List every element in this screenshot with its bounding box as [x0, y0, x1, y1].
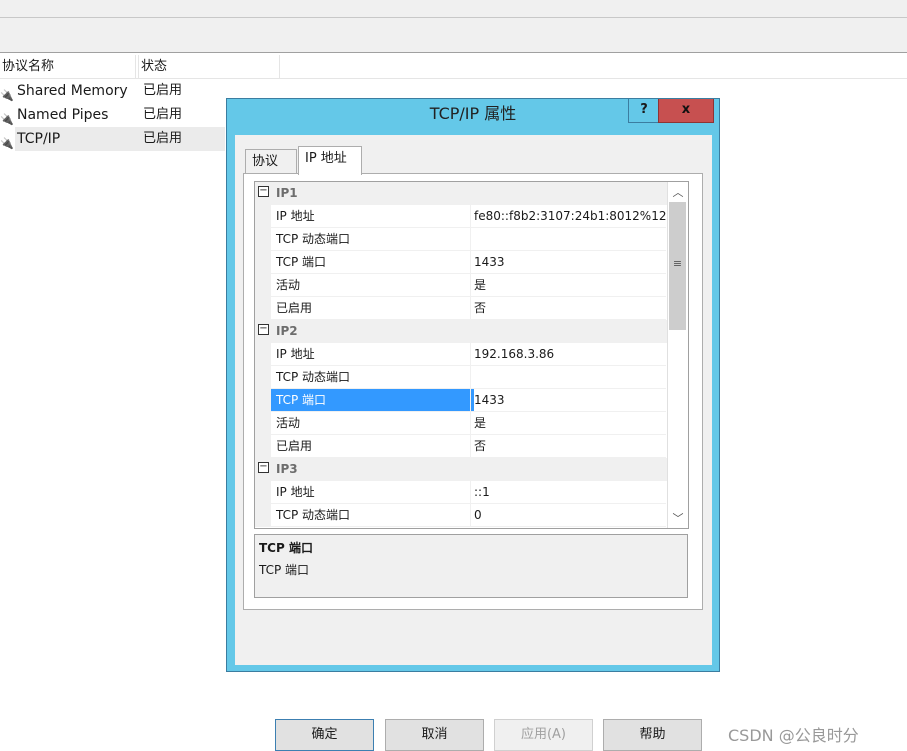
scroll-up-icon[interactable]: ︿ — [670, 184, 686, 200]
property-value[interactable]: 192.168.3.86 — [470, 343, 666, 366]
column-header-name[interactable]: 协议名称 — [0, 55, 136, 78]
grid-row[interactable]: TCP 动态端口 — [255, 366, 667, 389]
grid-row[interactable]: IP 地址::1 — [255, 481, 667, 504]
protocol-name: Shared Memory — [17, 83, 128, 99]
property-value[interactable]: 1433 — [470, 389, 666, 412]
description-panel: TCP 端口 TCP 端口 — [254, 534, 688, 598]
grid-row[interactable]: 活动是 — [255, 274, 667, 297]
property-value[interactable]: 1433 — [470, 251, 666, 274]
protocol-icon: 🔌 — [0, 113, 14, 126]
category-label: IP3 — [271, 458, 666, 481]
grid-row[interactable]: TCP 端口 1433 — [255, 251, 667, 274]
dialog-client: 协议 IP 地址 − IP1 IP 地址 fe80::f8b2:3107:24b1:8… — [235, 135, 712, 751]
protocol-row[interactable]: 🔌 TCP/IP 已启用 — [0, 127, 225, 151]
watermark: CSDN @公良时分 — [728, 726, 859, 745]
protocol-name: TCP/IP — [17, 131, 61, 147]
protocol-name: Named Pipes — [17, 107, 109, 123]
tab-ip-address[interactable]: IP 地址 — [298, 146, 362, 175]
tab-page: − IP1 IP 地址 fe80::f8b2:3107:24b1:8012%12 TCP… — [243, 173, 703, 610]
property-value[interactable]: 0 — [470, 504, 666, 527]
property-name: 已启用 — [271, 435, 474, 458]
property-name: TCP 动态端口 — [271, 366, 474, 389]
property-name: TCP 端口 — [271, 251, 474, 274]
collapse-icon[interactable]: − — [258, 324, 269, 335]
grid-category[interactable]: − IP2 — [255, 320, 667, 343]
column-header-status[interactable]: 状态 — [138, 55, 280, 78]
scroll-down-icon[interactable]: ﹀ — [670, 510, 686, 526]
help-title-button[interactable]: ? — [628, 99, 660, 123]
description-text: TCP 端口 — [259, 563, 310, 577]
property-value[interactable]: 是 — [470, 412, 666, 435]
grid-row[interactable]: IP 地址 192.168.3.86 — [255, 343, 667, 366]
property-name: 活动 — [271, 274, 474, 297]
property-name: IP 地址 — [271, 481, 474, 504]
protocol-status: 已启用 — [143, 107, 183, 122]
grid-category[interactable]: − IP3 — [255, 458, 667, 481]
scrollbar[interactable]: ︿ ≡ ﹀ — [667, 182, 688, 528]
help-button[interactable]: 帮助 — [603, 719, 702, 751]
protocol-row[interactable]: 🔌 Named Pipes 已启用 — [0, 103, 225, 127]
property-value[interactable]: ::1 — [470, 481, 666, 504]
toolbar-area — [0, 0, 907, 53]
cancel-button[interactable]: 取消 — [385, 719, 484, 751]
tcpip-properties-dialog: TCP/IP 属性 ? x 协议 IP 地址 − IP1 IP 地址 fe80::f8… — [226, 98, 720, 751]
grid-row[interactable]: 已启用否 — [255, 297, 667, 320]
grid-row[interactable]: TCP 动态端口 — [255, 228, 667, 251]
property-name: TCP 端口 — [271, 389, 474, 412]
protocol-row[interactable]: 🔌 Shared Memory 已启用 — [0, 79, 225, 103]
protocol-status: 已启用 — [143, 131, 183, 146]
divider — [0, 17, 907, 18]
property-value[interactable]: 否 — [470, 435, 666, 458]
property-value[interactable]: 是 — [470, 274, 666, 297]
grid-row[interactable]: 已启用否 — [255, 435, 667, 458]
category-label: IP2 — [271, 320, 666, 343]
grid-row[interactable]: IP 地址 fe80::f8b2:3107:24b1:8012%12 — [255, 205, 667, 228]
close-button[interactable]: x — [658, 99, 714, 123]
property-value[interactable] — [470, 228, 666, 251]
protocol-icon: 🔌 — [0, 137, 14, 150]
property-value[interactable]: fe80::f8b2:3107:24b1:8012%12 — [470, 205, 666, 228]
property-name: IP 地址 — [271, 343, 474, 366]
grid-category[interactable]: − IP1 — [255, 182, 667, 205]
property-name: TCP 动态端口 — [271, 228, 474, 251]
property-name: 活动 — [271, 412, 474, 435]
list-header: 协议名称 状态 — [0, 55, 907, 79]
grid-row[interactable]: TCP 端口 1433 — [255, 389, 667, 412]
collapse-icon[interactable]: − — [258, 462, 269, 473]
description-title: TCP 端口 — [259, 541, 313, 555]
property-name: IP 地址 — [271, 205, 474, 228]
grid-row[interactable]: 活动是 — [255, 412, 667, 435]
protocol-status: 已启用 — [143, 83, 183, 98]
protocol-icon: 🔌 — [0, 89, 14, 102]
scroll-thumb[interactable]: ≡ — [669, 202, 686, 330]
property-value[interactable]: 否 — [470, 297, 666, 320]
grid-row[interactable]: TCP 动态端口 0 — [255, 504, 667, 527]
tab-protocol[interactable]: 协议 — [245, 149, 297, 174]
category-label: IP1 — [271, 182, 666, 205]
property-value[interactable] — [470, 366, 666, 389]
property-name: TCP 动态端口 — [271, 504, 474, 527]
property-grid[interactable]: − IP1 IP 地址 fe80::f8b2:3107:24b1:8012%12 TCP… — [254, 181, 689, 529]
apply-button[interactable]: 应用(A) — [494, 719, 593, 751]
collapse-icon[interactable]: − — [258, 186, 269, 197]
ok-button[interactable]: 确定 — [275, 719, 374, 751]
property-name: 已启用 — [271, 297, 474, 320]
